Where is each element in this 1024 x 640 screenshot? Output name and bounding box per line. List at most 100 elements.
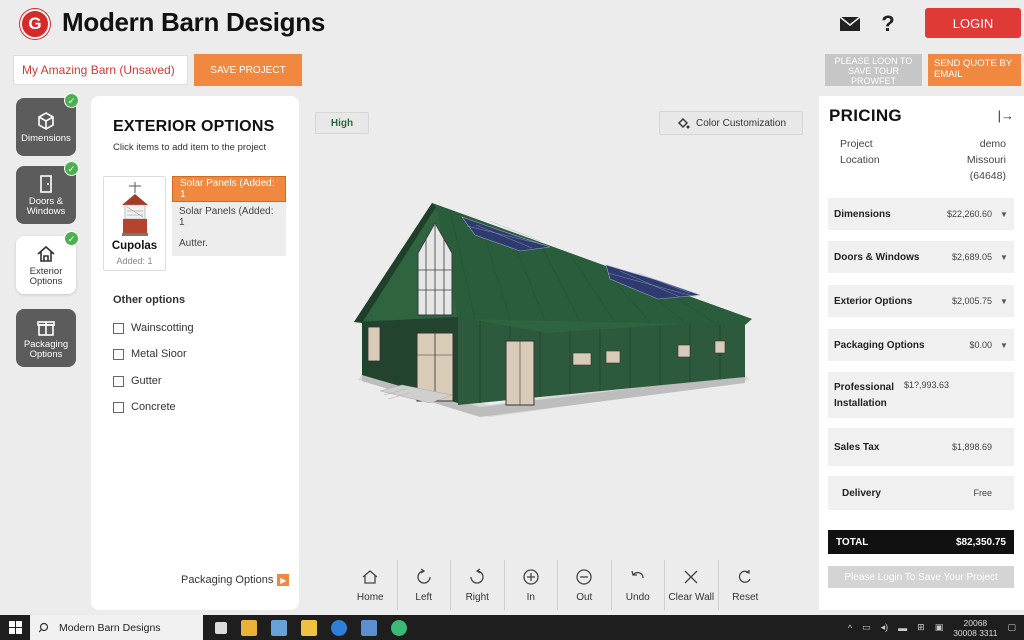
house-icon (37, 245, 55, 262)
price-row-dimensions[interactable]: Dimensions $22,260.60 ▼ (828, 198, 1014, 230)
dropdown-item[interactable]: Solar Panels (Added: 1 (172, 176, 286, 202)
link-label: Packaging Options (181, 574, 274, 586)
checkbox[interactable] (113, 401, 124, 413)
volume-icon[interactable]: ◂) (881, 622, 889, 633)
option-wainscotting[interactable]: Wainscotting (113, 322, 194, 334)
total-label: TOTAL (836, 536, 869, 548)
store-icon[interactable] (361, 619, 377, 636)
price-row-exterior-options[interactable]: Exterior Options $2,005.75 ▼ (828, 285, 1014, 317)
app-logo: G (20, 9, 50, 39)
dropdown-item[interactable]: Autter. (172, 230, 286, 256)
rail-packaging-options[interactable]: Packaging Options (16, 309, 76, 367)
panel-subtitle: Click items to add item to the project (113, 142, 267, 153)
taskbar-search[interactable]: Modern Barn Designs (30, 615, 203, 640)
help-icon[interactable]: ? (874, 10, 902, 38)
clock-date: 30008 3311 (953, 627, 998, 638)
option-metal-sioor[interactable]: Metal Sioor (113, 348, 187, 360)
chevron-up-icon[interactable]: ^ (848, 623, 852, 633)
undo-button[interactable]: Undo (612, 560, 665, 610)
save-project-button[interactable]: SAVE PROJECT (194, 54, 302, 86)
search-icon (38, 622, 49, 633)
color-customization-button[interactable]: Color Customization (659, 111, 803, 135)
rail-dimensions[interactable]: ✓ Dimensions (16, 93, 79, 156)
rail-label: Doors & Windows (26, 195, 66, 217)
rotate-left-icon (417, 567, 431, 584)
collapse-panel-icon[interactable]: |→ (998, 108, 1014, 123)
color-label: Color Customization (695, 117, 787, 129)
zoom-in-icon (523, 568, 539, 585)
login-to-save-button[interactable]: PLEASE LOON TO SAVE TOUR PROWFET (825, 54, 922, 86)
home-icon (362, 569, 378, 584)
exterior-options-panel: EXTERIOR OPTIONS Click items to add item… (91, 96, 299, 610)
clock[interactable]: 20068 30008 3311 (953, 618, 997, 638)
rotate-left-button[interactable]: Left (398, 560, 451, 610)
quality-button[interactable]: High (315, 112, 369, 134)
rotate-right-button[interactable]: Right (451, 560, 505, 610)
mail-app-icon[interactable] (271, 619, 287, 636)
check-icon: ✓ (64, 231, 79, 246)
price-row-sales-tax: Sales Tax $1,898.69 (828, 428, 1014, 466)
rail-label: Packaging Options (23, 338, 69, 360)
project-value: demo (979, 138, 1006, 150)
cupola-name: Cupolas (111, 240, 158, 252)
total-row: TOTAL $82,350.75 (828, 530, 1014, 554)
toolbar-label: Reset (732, 591, 759, 603)
task-view-icon[interactable] (215, 621, 227, 634)
check-icon: ✓ (64, 161, 79, 176)
checkbox[interactable] (113, 348, 124, 360)
system-tray: ^ ▭ ◂) ▬ ⊞ ▣ 20068 30008 3311 ▢ (848, 615, 1016, 640)
home-button[interactable]: Home (344, 560, 398, 610)
price-row-doors-windows[interactable]: Doors & Windows $2,689.05 ▼ (828, 241, 1014, 273)
checkbox[interactable] (113, 322, 124, 334)
rail-doors-windows[interactable]: ✓ Doors & Windows (16, 161, 79, 224)
project-label: Project (840, 138, 873, 150)
packaging-options-link[interactable]: Packaging Options ▶ (181, 574, 290, 586)
cupola-image (122, 182, 148, 236)
chevron-down-icon: ▼ (1000, 252, 1008, 262)
display-icon[interactable]: ▣ (935, 622, 944, 633)
file-explorer-icon[interactable] (241, 619, 257, 636)
chevron-down-icon: ▼ (1000, 340, 1008, 350)
reset-icon (739, 569, 751, 583)
toolbar-label: Clear Wall (668, 591, 715, 603)
project-name-field[interactable]: My Amazing Barn (Unsaved) (13, 55, 188, 85)
pricing-panel: PRICING |→ Project demo Location Missouri … (819, 96, 1024, 610)
location-zip: (64648) (969, 170, 1006, 182)
reset-button[interactable]: Reset (719, 560, 773, 610)
checkbox[interactable] (113, 375, 124, 387)
windows-start-icon[interactable] (0, 615, 30, 640)
option-gutter[interactable]: Gutter (113, 375, 162, 387)
clear-wall-button[interactable]: Clear Wall (665, 560, 719, 610)
pricing-title: PRICING (829, 106, 902, 125)
network-icon[interactable]: ▭ (862, 622, 871, 633)
option-label: Gutter (131, 375, 162, 387)
toolbar-label: Undo (625, 591, 650, 603)
rail-label: Dimensions (21, 132, 71, 144)
edge-icon[interactable] (331, 619, 347, 636)
dropdown-item[interactable]: Solar Panels (Added: 1 (172, 204, 286, 230)
login-save-project-button[interactable]: Please Login To Save Your Project (828, 566, 1014, 588)
login-button[interactable]: LOGIN (925, 8, 1021, 38)
browser-icon[interactable] (391, 619, 407, 636)
close-icon (684, 570, 698, 583)
zoom-out-button[interactable]: Out (558, 560, 612, 610)
send-quote-button[interactable]: SEND QUOTE BY EMAIL (928, 54, 1021, 86)
cupola-card[interactable]: Cupolas Added: 1 (103, 176, 166, 271)
total-value: $82,350.75 (955, 536, 1006, 548)
option-concrete[interactable]: Concrete (113, 401, 176, 413)
clock-time: 20068 (963, 617, 988, 628)
battery-icon[interactable]: ▬ (898, 623, 907, 633)
zoom-in-button[interactable]: In (505, 560, 558, 610)
price-row-packaging-options[interactable]: Packaging Options $0.00 ▼ (828, 329, 1014, 361)
notifications-icon[interactable]: ▢ (1007, 622, 1016, 633)
rotate-right-icon (470, 567, 484, 584)
language-icon[interactable]: ⊞ (917, 622, 925, 633)
gift-icon (37, 320, 55, 336)
rail-exterior-options[interactable]: ✓ Exterior Options (16, 231, 79, 294)
barn-3d-view[interactable] (340, 195, 760, 435)
chevron-down-icon: ▼ (1000, 209, 1008, 219)
folder-icon[interactable] (301, 619, 317, 636)
door-icon (40, 174, 52, 193)
option-dropdown[interactable]: Solar Panels (Added: 1 Solar Panels (Add… (172, 176, 286, 256)
mail-icon[interactable] (836, 10, 864, 38)
